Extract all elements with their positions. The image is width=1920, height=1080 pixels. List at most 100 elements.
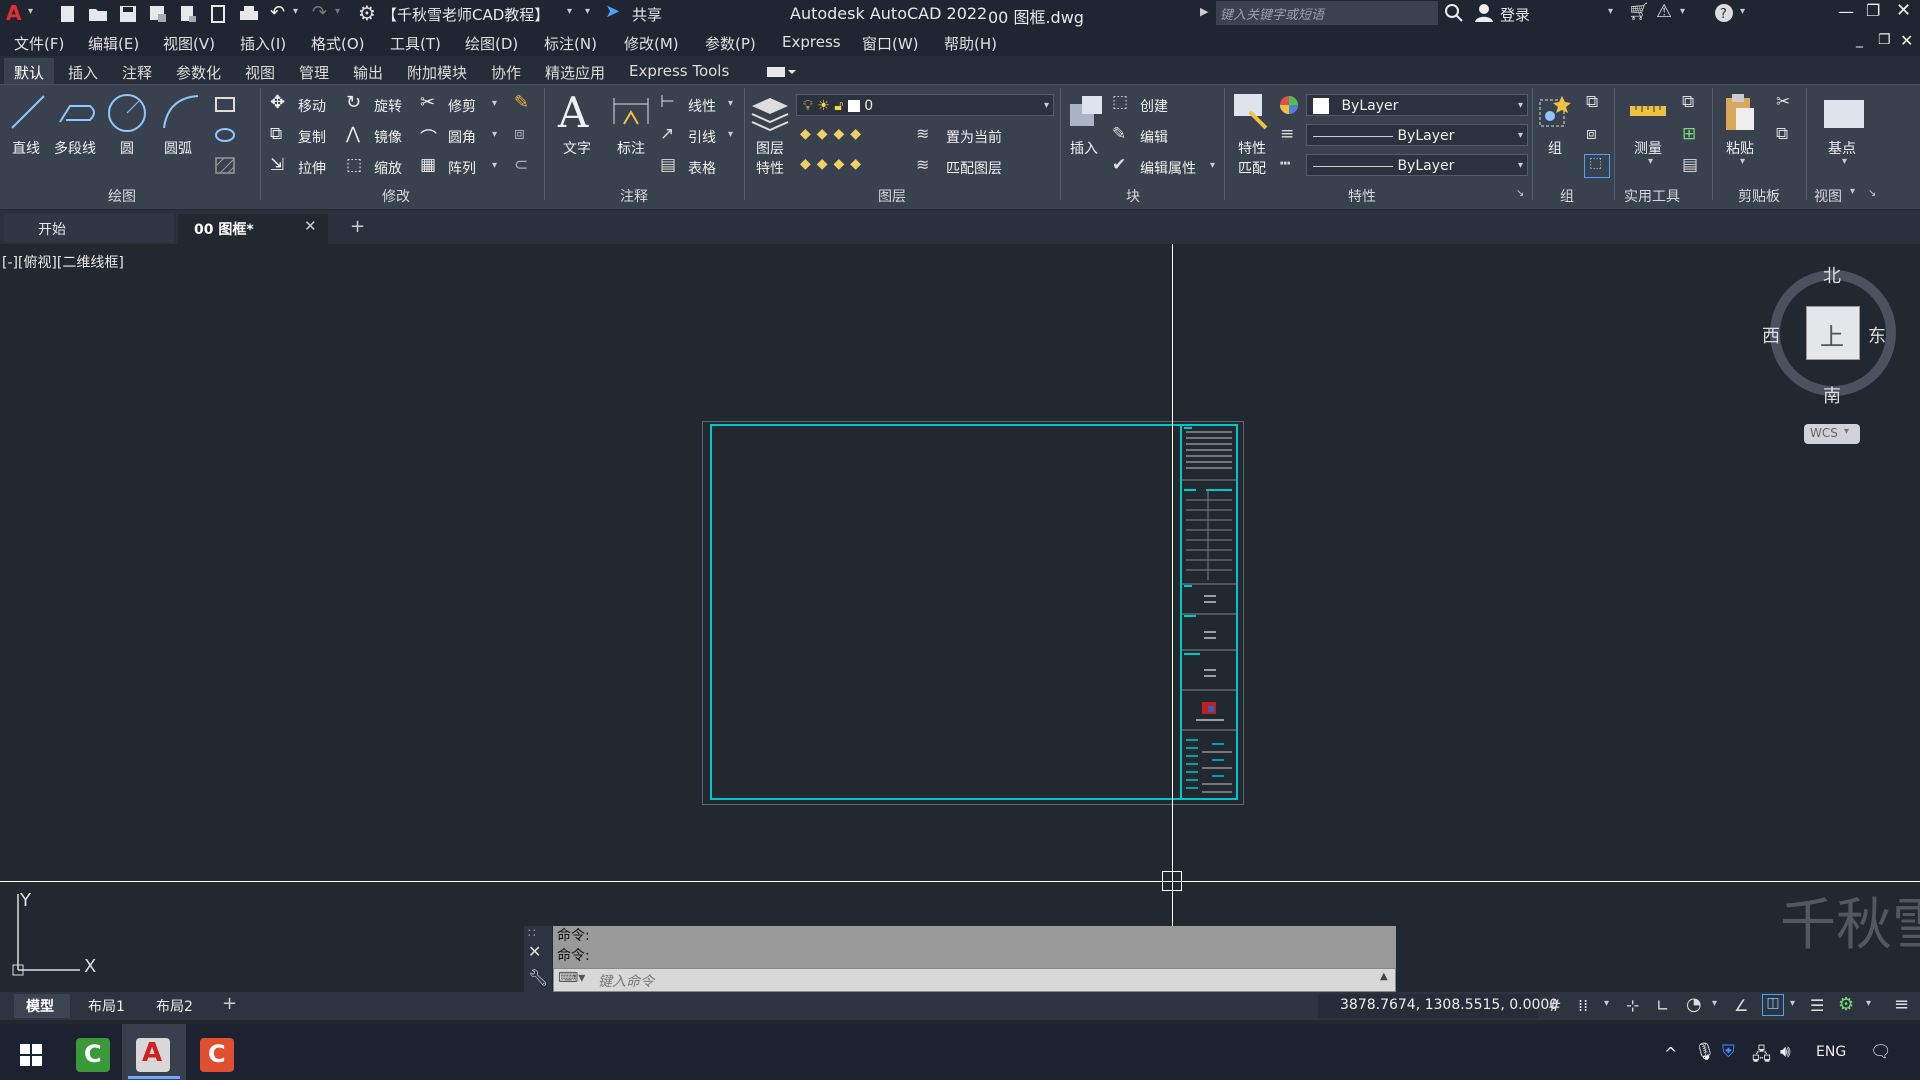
- move-label[interactable]: 移动: [298, 96, 326, 116]
- match-layer-label[interactable]: 匹配图层: [946, 158, 1002, 178]
- start-tab[interactable]: 开始: [4, 214, 174, 242]
- help-icon[interactable]: ?: [1714, 3, 1734, 23]
- id-point-icon[interactable]: ⊞: [1682, 124, 1696, 144]
- base-view-icon[interactable]: [1822, 96, 1866, 132]
- move-icon[interactable]: ✥: [270, 92, 285, 113]
- create-block-icon[interactable]: ⬚: [1112, 92, 1128, 112]
- autocad-logo-icon[interactable]: A: [6, 1, 21, 25]
- clipboard-panel-title[interactable]: 剪贴板: [1738, 186, 1780, 206]
- tab-addins[interactable]: 附加模块: [407, 62, 467, 83]
- viewcube-south[interactable]: 南: [1823, 382, 1841, 408]
- active-doc-tab-label[interactable]: 00 图框*: [194, 219, 254, 239]
- view-panel-dropdown-icon[interactable]: ▾: [1850, 186, 1855, 197]
- linetype-icon[interactable]: ┅: [1280, 154, 1290, 174]
- command-close-icon[interactable]: ✕: [528, 942, 541, 961]
- command-input-bar[interactable]: ⌨▾ 键入命令 ▲: [553, 968, 1396, 992]
- dimension-icon[interactable]: [610, 94, 652, 134]
- workspace-switch-dropdown-icon[interactable]: ▾: [1866, 998, 1871, 1009]
- calculator-icon[interactable]: ▤: [1682, 155, 1698, 175]
- fillet-label[interactable]: 圆角: [448, 127, 476, 147]
- fillet-icon[interactable]: ⌒: [420, 124, 437, 149]
- menu-help[interactable]: 帮助(H): [944, 33, 997, 54]
- workspace-switch-icon[interactable]: ⚙: [1838, 994, 1854, 1015]
- ribbon-toggle-icon[interactable]: [766, 64, 796, 80]
- group-label[interactable]: 组: [1548, 138, 1562, 158]
- lineweight-icon[interactable]: ≡: [1280, 124, 1294, 144]
- new-tab-plus-icon[interactable]: +: [350, 216, 365, 237]
- model-tab-label[interactable]: 模型: [26, 996, 54, 1016]
- undo-dropdown-icon[interactable]: ▾: [293, 6, 298, 17]
- command-input[interactable]: 键入命令: [598, 971, 654, 991]
- offset-icon[interactable]: ⊂: [514, 155, 528, 175]
- volume-icon[interactable]: 🔊︎: [1780, 1042, 1791, 1062]
- copy-icon[interactable]: ⧉: [270, 124, 282, 144]
- isometric-icon[interactable]: ∠: [1734, 996, 1748, 1015]
- insert-block-icon[interactable]: [1066, 92, 1106, 132]
- scale-label[interactable]: 缩放: [374, 158, 402, 178]
- start-tab-label[interactable]: 开始: [38, 219, 66, 239]
- restore-icon[interactable]: ❐: [1866, 1, 1880, 20]
- insert-label[interactable]: 插入: [1070, 138, 1098, 158]
- grid-icon[interactable]: #: [1548, 996, 1561, 1015]
- signin-button[interactable]: 登录: [1500, 4, 1530, 25]
- customization-menu-icon[interactable]: ≡: [1894, 994, 1909, 1015]
- quick-select-icon[interactable]: ⧉: [1682, 92, 1694, 112]
- tab-collaborate[interactable]: 协作: [491, 62, 521, 83]
- leader-label[interactable]: 引线: [688, 127, 716, 147]
- edit-attributes-icon[interactable]: ✔: [1112, 155, 1126, 175]
- edit-attributes-dropdown-icon[interactable]: ▾: [1210, 160, 1215, 171]
- help-dropdown-icon[interactable]: ▾: [1740, 6, 1745, 17]
- properties-panel-title[interactable]: 特性: [1348, 186, 1376, 206]
- base-label[interactable]: 基点: [1828, 138, 1856, 158]
- tab-view[interactable]: 视图: [245, 62, 275, 83]
- active-doc-tab[interactable]: 00 图框* ✕: [178, 214, 328, 244]
- doc-minimize-icon[interactable]: _: [1856, 32, 1863, 48]
- fillet-dropdown-icon[interactable]: ▾: [492, 129, 497, 140]
- line-label[interactable]: 直线: [12, 138, 40, 158]
- measure-dropdown-icon[interactable]: ▾: [1648, 156, 1653, 167]
- plot-icon[interactable]: [238, 4, 260, 24]
- match-properties-icon[interactable]: [1232, 92, 1270, 132]
- color-wheel-icon[interactable]: [1278, 94, 1300, 116]
- mirror-label[interactable]: 镜像: [374, 127, 402, 147]
- doc-close-icon[interactable]: ✕: [1900, 31, 1913, 50]
- polar-dropdown-icon[interactable]: ▾: [1712, 998, 1717, 1009]
- object-snap-tracking-icon[interactable]: ◫: [1762, 994, 1784, 1016]
- rotate-icon[interactable]: ↻: [346, 92, 361, 113]
- cut-icon[interactable]: ✂: [1776, 92, 1790, 112]
- trim-icon[interactable]: ✂: [420, 92, 435, 113]
- save-as-icon[interactable]: [148, 4, 168, 24]
- mirror-icon[interactable]: ⋀: [346, 124, 360, 144]
- polar-tracking-icon[interactable]: ◔: [1686, 994, 1702, 1015]
- measure-label[interactable]: 测量: [1634, 138, 1662, 158]
- group-icon[interactable]: [1538, 92, 1572, 132]
- group-edit-icon[interactable]: ⧈: [1586, 124, 1597, 144]
- linear-label[interactable]: 线性: [688, 96, 716, 116]
- command-prompt-icon[interactable]: ⌨▾: [558, 970, 585, 986]
- import-icon[interactable]: [208, 4, 228, 24]
- taskbar-autocad-icon[interactable]: A: [136, 1038, 170, 1072]
- leader-icon[interactable]: ↗: [660, 124, 674, 144]
- layer-props-label[interactable]: 图层: [756, 138, 784, 158]
- scale-icon[interactable]: ⬚: [346, 155, 362, 175]
- search-icon[interactable]: [1444, 3, 1464, 23]
- menu-window[interactable]: 窗口(W): [862, 33, 919, 54]
- menu-insert[interactable]: 插入(I): [240, 33, 286, 54]
- trim-label[interactable]: 修剪: [448, 96, 476, 116]
- paste-label[interactable]: 粘贴: [1726, 138, 1754, 158]
- group-selection-button[interactable]: ⬚: [1584, 154, 1610, 178]
- command-history-toggle-icon[interactable]: ▲: [1380, 971, 1388, 982]
- paste-clipboard-icon[interactable]: [1722, 92, 1758, 134]
- layout2-tab[interactable]: 布局2: [156, 996, 193, 1016]
- ungroup-icon[interactable]: ⧉: [1586, 92, 1598, 112]
- properties-launcher-icon[interactable]: ↘: [1516, 188, 1524, 199]
- copy-clip-icon[interactable]: ⧉: [1776, 124, 1788, 144]
- close-icon[interactable]: ✕: [1896, 0, 1911, 21]
- cart-icon[interactable]: 🛒︎: [1628, 2, 1650, 22]
- text-icon[interactable]: A: [558, 88, 588, 137]
- array-icon[interactable]: ▦: [420, 155, 436, 175]
- notification-icon[interactable]: 🗨︎: [1870, 1042, 1892, 1062]
- doc-restore-icon[interactable]: ❐: [1878, 32, 1891, 48]
- layer-tools-row1-icon[interactable]: ◆◆◆◆: [800, 126, 867, 142]
- title-expand-arrow-icon[interactable]: ▶: [1200, 5, 1208, 18]
